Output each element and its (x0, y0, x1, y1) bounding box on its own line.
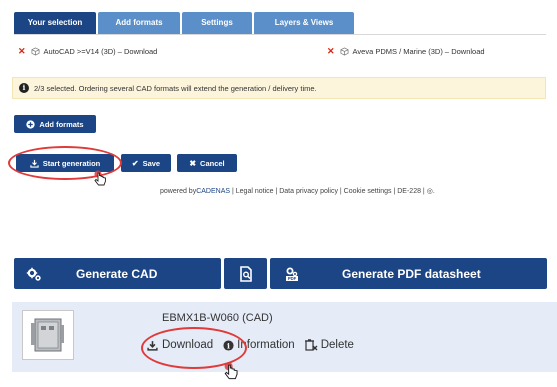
cadenas-logo[interactable]: CADENAS (196, 188, 230, 195)
svg-text:PDF: PDF (288, 276, 297, 281)
generate-pdf-label: Generate PDF datasheet (342, 266, 481, 281)
info-text: 2/3 selected. Ordering several CAD forma… (34, 83, 317, 93)
remove-icon[interactable]: ✕ (327, 46, 335, 57)
file-preview-icon (239, 265, 252, 282)
selected-format-item: ✕ AutoCAD >=V14 (3D) – Download (18, 46, 157, 57)
hand-cursor-icon (94, 170, 106, 186)
result-row: EBMX1B-W060 (CAD) Download i Information… (12, 302, 557, 372)
remove-icon[interactable]: ✕ (18, 46, 26, 57)
product-thumbnail[interactable] (22, 310, 74, 360)
delete-link[interactable]: Delete (304, 339, 354, 351)
info-icon: i (19, 83, 29, 93)
gears-icon (26, 267, 41, 281)
add-formats-label: Add formats (39, 119, 84, 129)
tab-add-formats[interactable]: Add formats (98, 12, 180, 34)
tab-layers-views[interactable]: Layers & Views (254, 12, 354, 34)
tab-settings[interactable]: Settings (182, 12, 252, 34)
pdf-gears-icon: PDF (286, 267, 298, 281)
footer-links: powered byCADENAS | Legal notice | Data … (160, 188, 435, 195)
cube-icon (340, 47, 349, 56)
save-label: Save (142, 158, 161, 168)
check-icon: ✔ (131, 158, 139, 168)
cube-icon (31, 47, 40, 56)
generate-cad-button[interactable]: Generate CAD (14, 258, 221, 289)
info-bar: i 2/3 selected. Ordering several CAD for… (12, 77, 546, 99)
hand-cursor-icon (224, 362, 238, 380)
preview-file-button[interactable] (224, 258, 267, 289)
tab-bar: Your selection Add formats Settings Laye… (14, 12, 356, 34)
generate-cad-label: Generate CAD (76, 266, 158, 281)
globe-icon[interactable]: ◎ (427, 188, 433, 195)
selected-format-label: AutoCAD >=V14 (3D) – Download (43, 47, 158, 56)
save-button[interactable]: ✔ Save (121, 154, 171, 172)
cancel-label: Cancel (200, 158, 225, 168)
close-icon: ✖ (189, 158, 197, 168)
plus-circle-icon (26, 119, 36, 129)
selected-format-label: Aveva PDMS / Marine (3D) – Download (352, 47, 485, 56)
product-name: EBMX1B-W060 (CAD) (162, 312, 273, 324)
tab-your-selection[interactable]: Your selection (14, 12, 96, 34)
footer-links-text[interactable]: | Legal notice | Data privacy policy | C… (232, 188, 425, 195)
delete-label: Delete (320, 339, 354, 351)
selected-format-item: ✕ Aveva PDMS / Marine (3D) – Download (327, 46, 485, 57)
add-formats-button[interactable]: Add formats (14, 115, 96, 133)
cancel-button[interactable]: ✖ Cancel (177, 154, 237, 172)
generate-pdf-datasheet-button[interactable]: PDF Generate PDF datasheet (270, 258, 547, 289)
tab-divider (14, 34, 546, 35)
powered-by-text: powered by (160, 188, 197, 195)
delete-icon (304, 339, 318, 351)
